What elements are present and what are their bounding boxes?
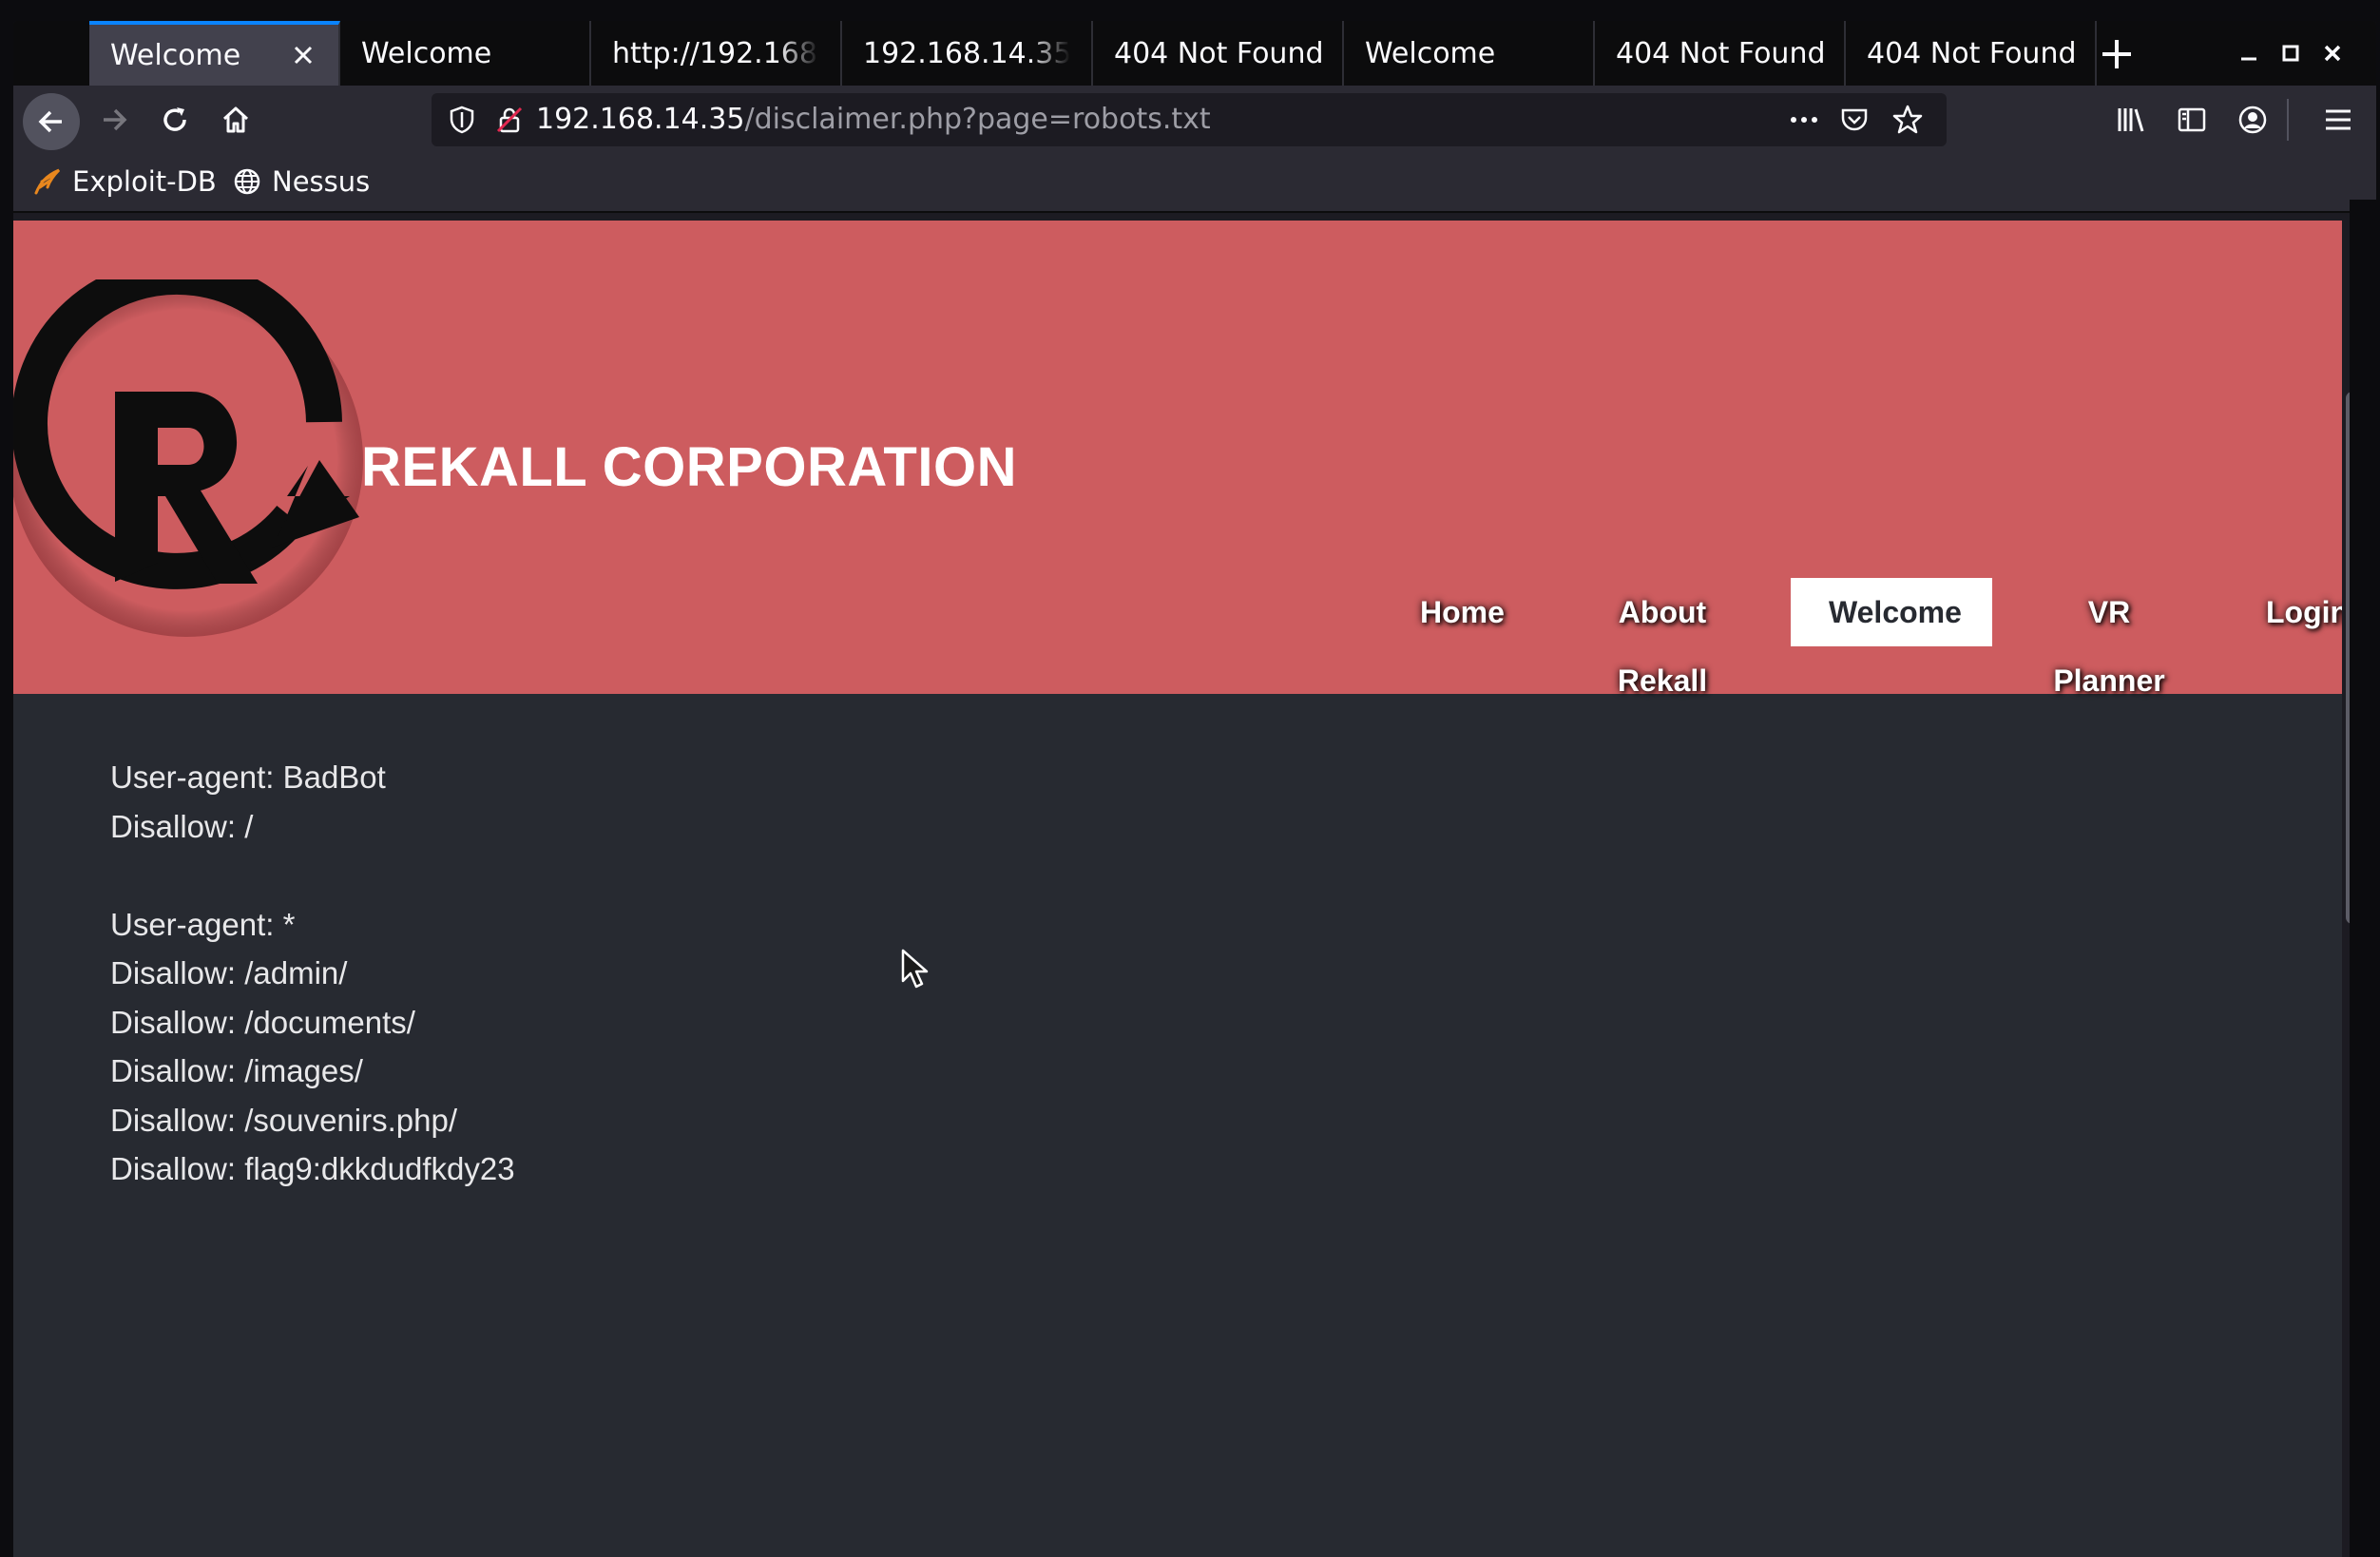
toolbar-divider	[2287, 99, 2289, 141]
insecure-lock-icon[interactable]	[494, 105, 525, 135]
nav-welcome-link[interactable]: Welcome	[1791, 578, 1992, 646]
nav-login-link[interactable]: Login	[2228, 578, 2342, 646]
url-host: 192.168.14.35	[536, 103, 745, 136]
tab-label: Welcome	[110, 38, 241, 72]
robots-txt-content: User-agent: BadBot Disallow: / User-agen…	[110, 753, 515, 1194]
site-navigation: Home About Rekall Welcome VR Planner Log…	[13, 578, 2342, 698]
home-icon	[222, 106, 249, 133]
tab-label: Welcome	[361, 36, 492, 70]
tab-welcome-active[interactable]: Welcome	[89, 21, 340, 86]
bookmark-star-icon[interactable]	[1891, 104, 1924, 136]
tab-welcome[interactable]: Welcome	[340, 21, 591, 86]
tab-welcome[interactable]: Welcome	[1344, 21, 1595, 86]
robots-line: Disallow: /admin/	[110, 955, 348, 990]
pocket-icon[interactable]	[1838, 105, 1871, 135]
hamburger-menu-icon	[2326, 109, 2351, 130]
close-tab-icon[interactable]	[289, 41, 317, 69]
tab-label: 404 Not Found	[1867, 36, 2074, 70]
tab-label: 404 Not Found	[1114, 36, 1321, 70]
nav-home-link[interactable]: Home	[1382, 578, 1530, 646]
robots-line: Disallow: flag9:dkkdudfkdy23	[110, 1151, 515, 1186]
tab-label: 404 Not Found	[1616, 36, 1823, 70]
tab-404-not-found[interactable]: 404 Not Found	[1595, 21, 1846, 86]
library-icon	[2118, 108, 2144, 132]
more-actions-icon[interactable]	[1787, 105, 1821, 135]
tab-404-not-found[interactable]: 404 Not Found	[1846, 21, 2097, 86]
bookmarks-toolbar: Exploit-DB Nessus	[13, 154, 2376, 213]
menu-button[interactable]	[2315, 97, 2361, 143]
tab-strip: Welcome Welcome http://192.168.14 192.16…	[13, 21, 2376, 86]
forward-button[interactable]	[91, 97, 137, 143]
site-title: REKALL CORPORATION	[361, 436, 1017, 498]
minimize-icon[interactable]	[2234, 38, 2264, 68]
robots-line: User-agent: BadBot	[110, 759, 386, 795]
tab-http-192[interactable]: http://192.168.14	[591, 21, 842, 86]
robots-line: User-agent: *	[110, 906, 296, 942]
home-button[interactable]	[213, 97, 259, 143]
sidebar-icon	[2178, 107, 2206, 132]
tab-label: Welcome	[1365, 36, 1496, 70]
new-tab-plus-icon[interactable]	[2097, 34, 2137, 74]
bookmark-label: Nessus	[272, 165, 371, 198]
browser-window: Welcome Welcome http://192.168.14 192.16…	[13, 21, 2376, 1557]
robots-line: Disallow: /	[110, 808, 254, 844]
reload-icon	[163, 107, 186, 131]
nav-about-rekall-link[interactable]: About Rekall	[1545, 578, 1779, 698]
mouse-pointer-icon	[901, 949, 929, 989]
robots-line-blank	[110, 851, 515, 900]
tab-label: http://192.168.14	[612, 36, 819, 70]
tab-404-not-found[interactable]: 404 Not Found	[1093, 21, 1344, 86]
bookmark-label: Exploit-DB	[72, 165, 217, 198]
site-header: REKALL CORPORATION Home About Rekall Wel…	[13, 221, 2342, 698]
account-button[interactable]	[2230, 97, 2275, 143]
bookmark-nessus[interactable]: Nessus	[232, 154, 370, 209]
back-button[interactable]	[23, 93, 80, 150]
url-text[interactable]: 192.168.14.35/disclaimer.php?page=robots…	[536, 93, 1211, 146]
address-bar[interactable]: 192.168.14.35/disclaimer.php?page=robots…	[432, 93, 1947, 146]
arrow-left-icon	[38, 110, 62, 133]
account-icon	[2238, 106, 2267, 134]
reload-button[interactable]	[152, 97, 198, 143]
sidebar-button[interactable]	[2169, 97, 2215, 143]
shield-icon[interactable]	[447, 105, 477, 135]
robots-line: Disallow: /documents/	[110, 1004, 415, 1040]
close-window-icon[interactable]	[2317, 38, 2348, 68]
exploit-db-icon	[34, 168, 61, 195]
library-button[interactable]	[2108, 97, 2154, 143]
background-window-edge	[2350, 200, 2380, 1557]
nav-vr-planner-link[interactable]: VR Planner	[2007, 578, 2211, 698]
tab-192-pa[interactable]: 192.168.14.35/pa	[842, 21, 1093, 86]
page-viewport: REKALL CORPORATION Home About Rekall Wel…	[13, 221, 2342, 1557]
globe-icon	[234, 168, 260, 195]
maximize-icon[interactable]	[2275, 38, 2306, 68]
navigation-toolbar: 192.168.14.35/disclaimer.php?page=robots…	[13, 86, 2376, 154]
robots-line: Disallow: /images/	[110, 1053, 363, 1088]
bookmark-exploit-db[interactable]: Exploit-DB	[32, 154, 217, 209]
robots-line: Disallow: /souvenirs.php/	[110, 1102, 457, 1138]
arrow-right-icon	[104, 108, 127, 131]
url-path: /disclaimer.php?page=robots.txt	[744, 103, 1211, 136]
tab-label: 192.168.14.35/pa	[863, 36, 1070, 70]
